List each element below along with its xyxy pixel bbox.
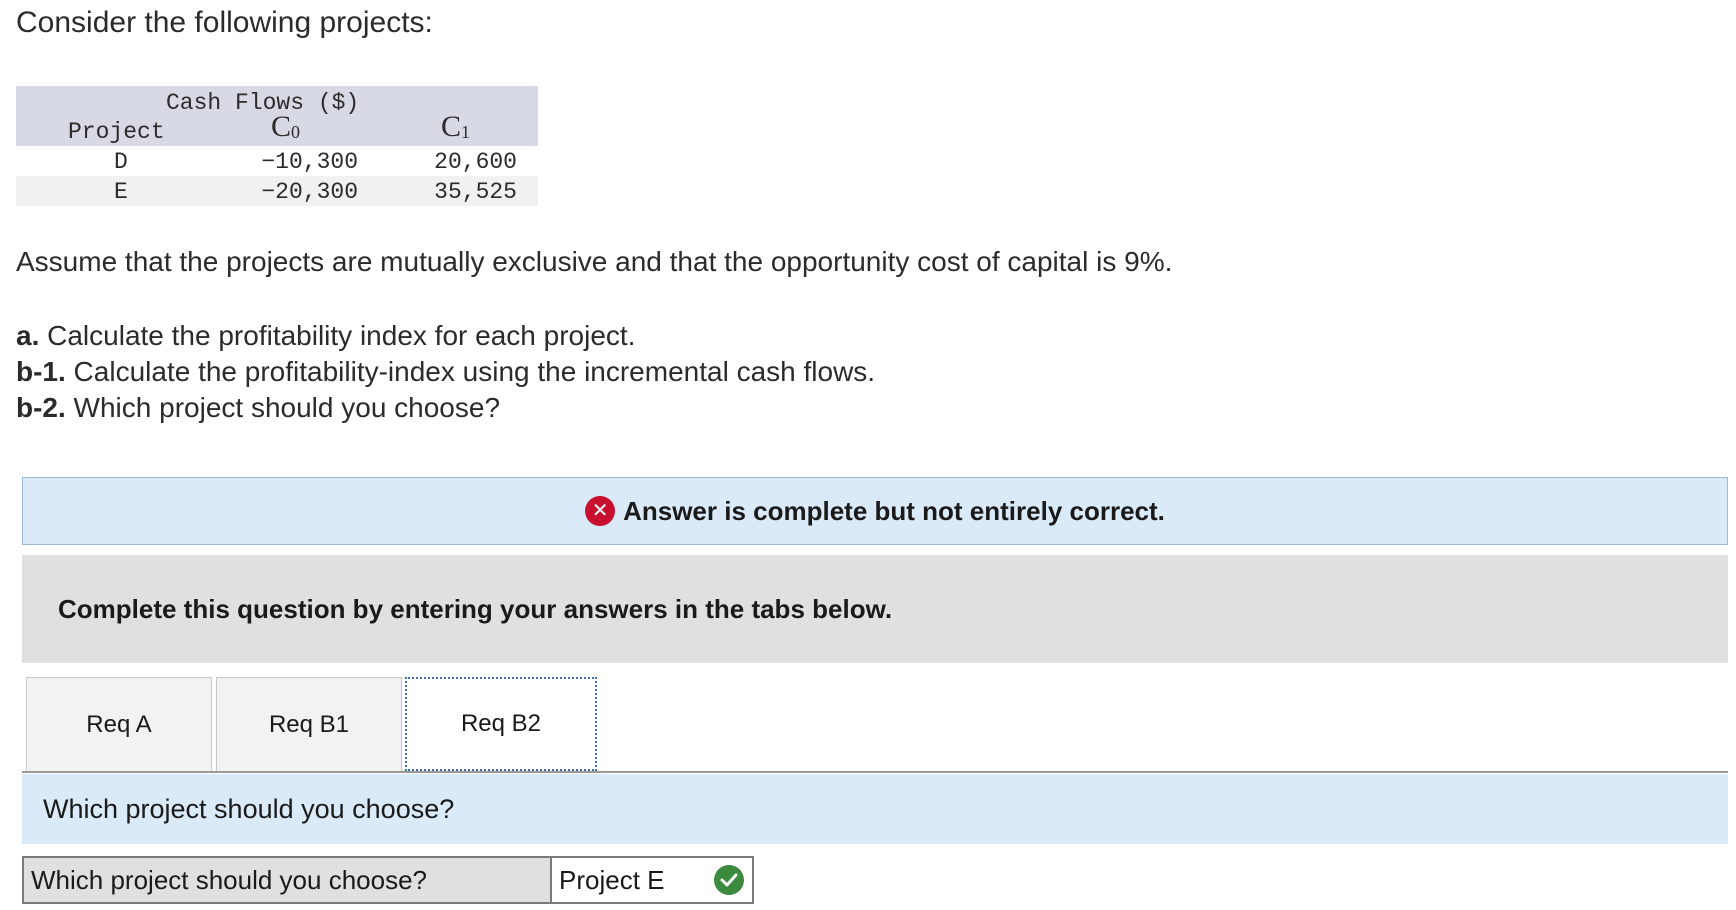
- assumption-text: Assume that the projects are mutually ex…: [16, 246, 1173, 277]
- check-icon: [714, 865, 744, 895]
- result-text: Answer is complete but not entirely corr…: [623, 495, 1165, 526]
- tab-req-b1[interactable]: Req B1: [216, 677, 402, 771]
- cash-flow-table: Cash Flows ($) Project C0 C1 D −10,300 2…: [16, 86, 538, 206]
- question-list: a. Calculate the profitability index for…: [16, 318, 875, 426]
- answer-table: Which project should you choose? Project…: [22, 856, 754, 904]
- tab-divider: [22, 771, 1728, 773]
- tab-req-b2[interactable]: Req B2: [405, 677, 597, 771]
- answer-dropdown[interactable]: Project E: [552, 858, 752, 902]
- answer-label: Which project should you choose?: [24, 858, 552, 902]
- project-cell: E: [114, 179, 128, 205]
- question-b1: b-1. Calculate the profitability-index u…: [16, 356, 876, 387]
- instruction-banner: Complete this question by entering your …: [22, 555, 1728, 663]
- c1-cell: 20,600: [434, 149, 517, 175]
- result-banner: ✕ Answer is complete but not entirely co…: [22, 477, 1728, 545]
- c0-cell: −10,300: [261, 149, 358, 175]
- c0-cell: −20,300: [261, 179, 358, 205]
- c1-cell: 35,525: [434, 179, 517, 205]
- table-row: E −20,300 35,525: [16, 176, 538, 206]
- cash-flow-table-header: Cash Flows ($) Project C0 C1: [16, 86, 538, 146]
- question-a: a. Calculate the profitability index for…: [16, 320, 636, 351]
- x-icon: ✕: [585, 496, 616, 526]
- question-heading: Which project should you choose?: [22, 774, 1728, 844]
- c1-column-header: C1: [441, 110, 471, 143]
- intro-text: Consider the following projects:: [16, 6, 433, 39]
- project-cell: D: [114, 149, 128, 175]
- cash-flows-header: Cash Flows ($): [166, 90, 360, 116]
- answer-value: Project E: [559, 864, 665, 895]
- project-column-header: Project: [68, 119, 165, 145]
- question-b2: b-2. Which project should you choose?: [16, 392, 501, 423]
- table-row: D −10,300 20,600: [16, 146, 538, 176]
- tab-req-a[interactable]: Req A: [26, 677, 212, 771]
- c0-column-header: C0: [271, 110, 301, 143]
